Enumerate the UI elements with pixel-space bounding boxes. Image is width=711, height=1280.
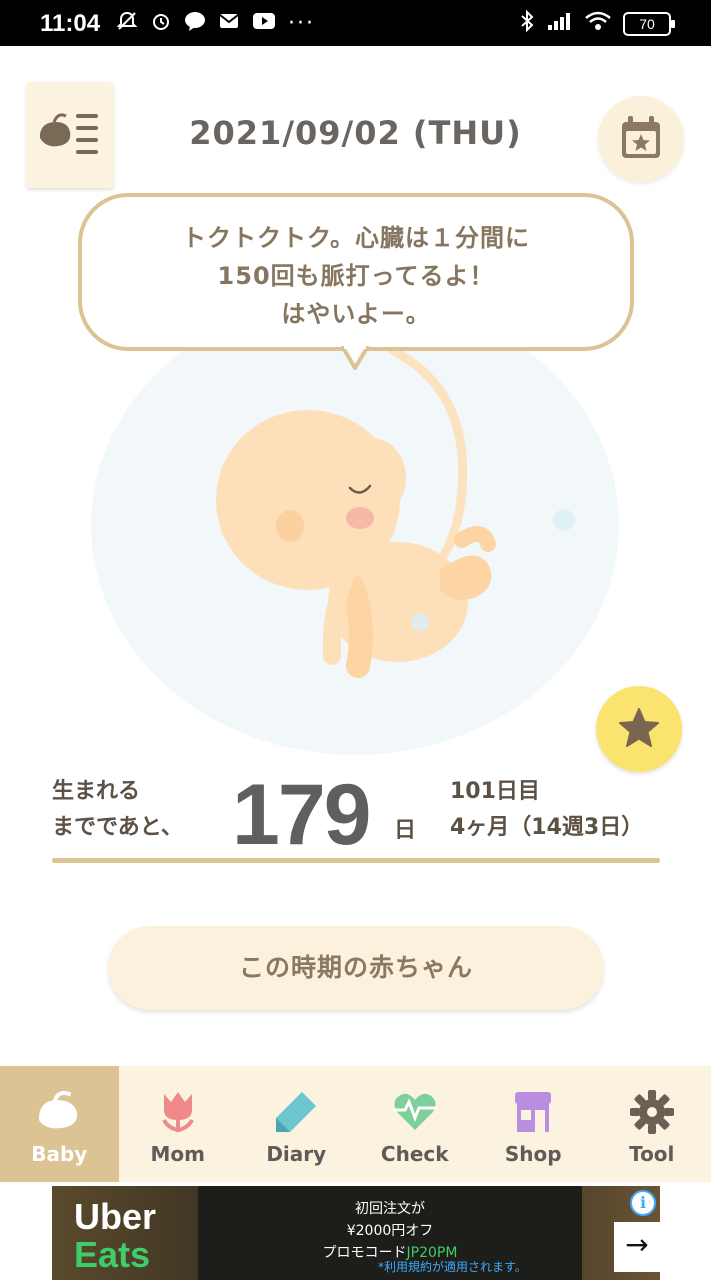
alarm-icon	[150, 10, 172, 37]
countdown-label-line2: までであと、	[52, 815, 183, 840]
pen-icon	[272, 1088, 320, 1136]
baby-this-period-button[interactable]: この時期の赤ちゃん	[108, 926, 604, 1010]
mail-icon	[218, 10, 240, 37]
bluetooth-icon	[519, 9, 535, 37]
nav-mom[interactable]: Mom	[119, 1066, 238, 1182]
ad-line2: ¥2000円オフ	[346, 1223, 434, 1239]
month-week: 4ヶ月（14週3日）	[450, 815, 644, 840]
speech-bubble-tail	[340, 346, 370, 370]
countdown-label-line1: 生まれる	[52, 779, 141, 804]
bubble-line-1: トクトクトク。心臓は１分間に	[181, 224, 531, 252]
store-icon	[509, 1088, 557, 1136]
days-remaining: 179	[232, 767, 371, 863]
signal-icon	[547, 11, 573, 36]
ad-arrow-icon[interactable]: →	[614, 1222, 660, 1272]
calendar-star-icon	[619, 114, 663, 166]
nav-tool[interactable]: Tool	[593, 1066, 711, 1182]
more-icon: ···	[288, 11, 315, 36]
speech-bubble: トクトクトク。心臓は１分間に 150回も脈打ってるよ！ はやいよー。	[78, 193, 634, 351]
nav-shop[interactable]: Shop	[474, 1066, 593, 1182]
nav-diary-label: Diary	[266, 1142, 327, 1166]
star-icon	[617, 706, 661, 754]
ad-line1: 初回注文が	[355, 1201, 425, 1217]
bubble-line-2: 150回も脈打ってるよ！	[217, 262, 495, 290]
ad-info-icon[interactable]: i	[630, 1190, 656, 1216]
baby-illustration	[0, 295, 711, 760]
countdown-divider	[52, 858, 660, 863]
line-icon	[184, 10, 206, 37]
bubble-line-3: はやいよー。	[281, 300, 431, 328]
nav-diary[interactable]: Diary	[237, 1066, 356, 1182]
ad-note: *利用規約が適用されます。	[378, 1260, 527, 1274]
day-count: 101日目	[450, 779, 540, 804]
favorite-button[interactable]	[596, 686, 682, 772]
status-notification-icons: ···	[116, 10, 315, 37]
nav-check-label: Check	[380, 1142, 449, 1166]
pregnancy-progress: 101日目 4ヶ月（14週3日）	[450, 774, 643, 846]
status-time: 11:04	[40, 10, 101, 37]
youtube-icon	[252, 10, 276, 37]
nav-baby-label: Baby	[31, 1142, 88, 1166]
ad-banner[interactable]: Uber Eats 初回注文が ¥2000円オフ プロモコードJP20PM *利…	[52, 1186, 660, 1280]
gear-icon	[628, 1088, 676, 1136]
nav-mom-label: Mom	[150, 1142, 205, 1166]
countdown-label: 生まれる までであと、	[52, 774, 183, 846]
wifi-icon	[585, 11, 611, 36]
bird-icon	[35, 1088, 83, 1136]
nav-baby[interactable]: Baby	[0, 1066, 119, 1182]
nav-tool-label: Tool	[629, 1142, 675, 1166]
mute-icon	[116, 10, 138, 37]
battery-indicator: 70	[623, 11, 675, 36]
nav-shop-label: Shop	[504, 1142, 562, 1166]
heart-pulse-icon	[391, 1088, 439, 1136]
tulip-icon	[154, 1088, 202, 1136]
ad-brand-line1: Uber	[74, 1196, 157, 1237]
status-system-icons: 70	[519, 9, 675, 37]
calendar-button[interactable]	[598, 96, 684, 182]
ad-brand-line2: Eats	[74, 1234, 151, 1275]
nav-check[interactable]: Check	[356, 1066, 475, 1182]
days-unit: 日	[394, 818, 417, 843]
status-bar: 11:04 ··· 70	[0, 0, 711, 46]
bottom-nav: Baby Mom Diary Check Shop Tool	[0, 1066, 711, 1182]
